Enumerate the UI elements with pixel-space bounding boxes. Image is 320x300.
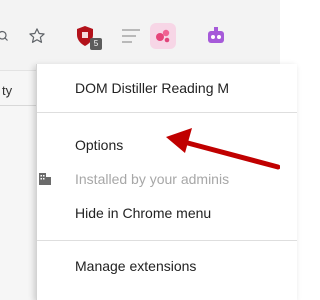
browser-toolbar: 5 — [0, 0, 280, 71]
options-menu-item[interactable]: Options — [75, 137, 123, 153]
extension-context-menu: DOM Distiller Reading M Options Installe… — [36, 64, 297, 300]
reader-mode-icon[interactable] — [120, 24, 142, 48]
bookmark-star-icon[interactable] — [26, 24, 48, 48]
background-text: ty — [2, 83, 13, 98]
extension-name: DOM Distiller Reading M — [75, 80, 230, 96]
bot-extension-icon[interactable] — [204, 24, 228, 48]
menu-separator — [37, 240, 297, 241]
hide-in-menu-item[interactable]: Hide in Chrome menu — [75, 205, 211, 221]
menu-separator — [37, 112, 297, 113]
extension-badge: 5 — [90, 38, 102, 50]
managed-by-admin-text: Installed by your adminis — [75, 171, 230, 187]
extension-icon[interactable] — [150, 23, 176, 49]
divider — [0, 105, 40, 106]
manage-extensions-menu-item[interactable]: Manage extensions — [75, 258, 196, 274]
background-page: ty — [0, 71, 40, 300]
search-icon[interactable] — [0, 24, 12, 48]
building-icon — [37, 170, 53, 186]
